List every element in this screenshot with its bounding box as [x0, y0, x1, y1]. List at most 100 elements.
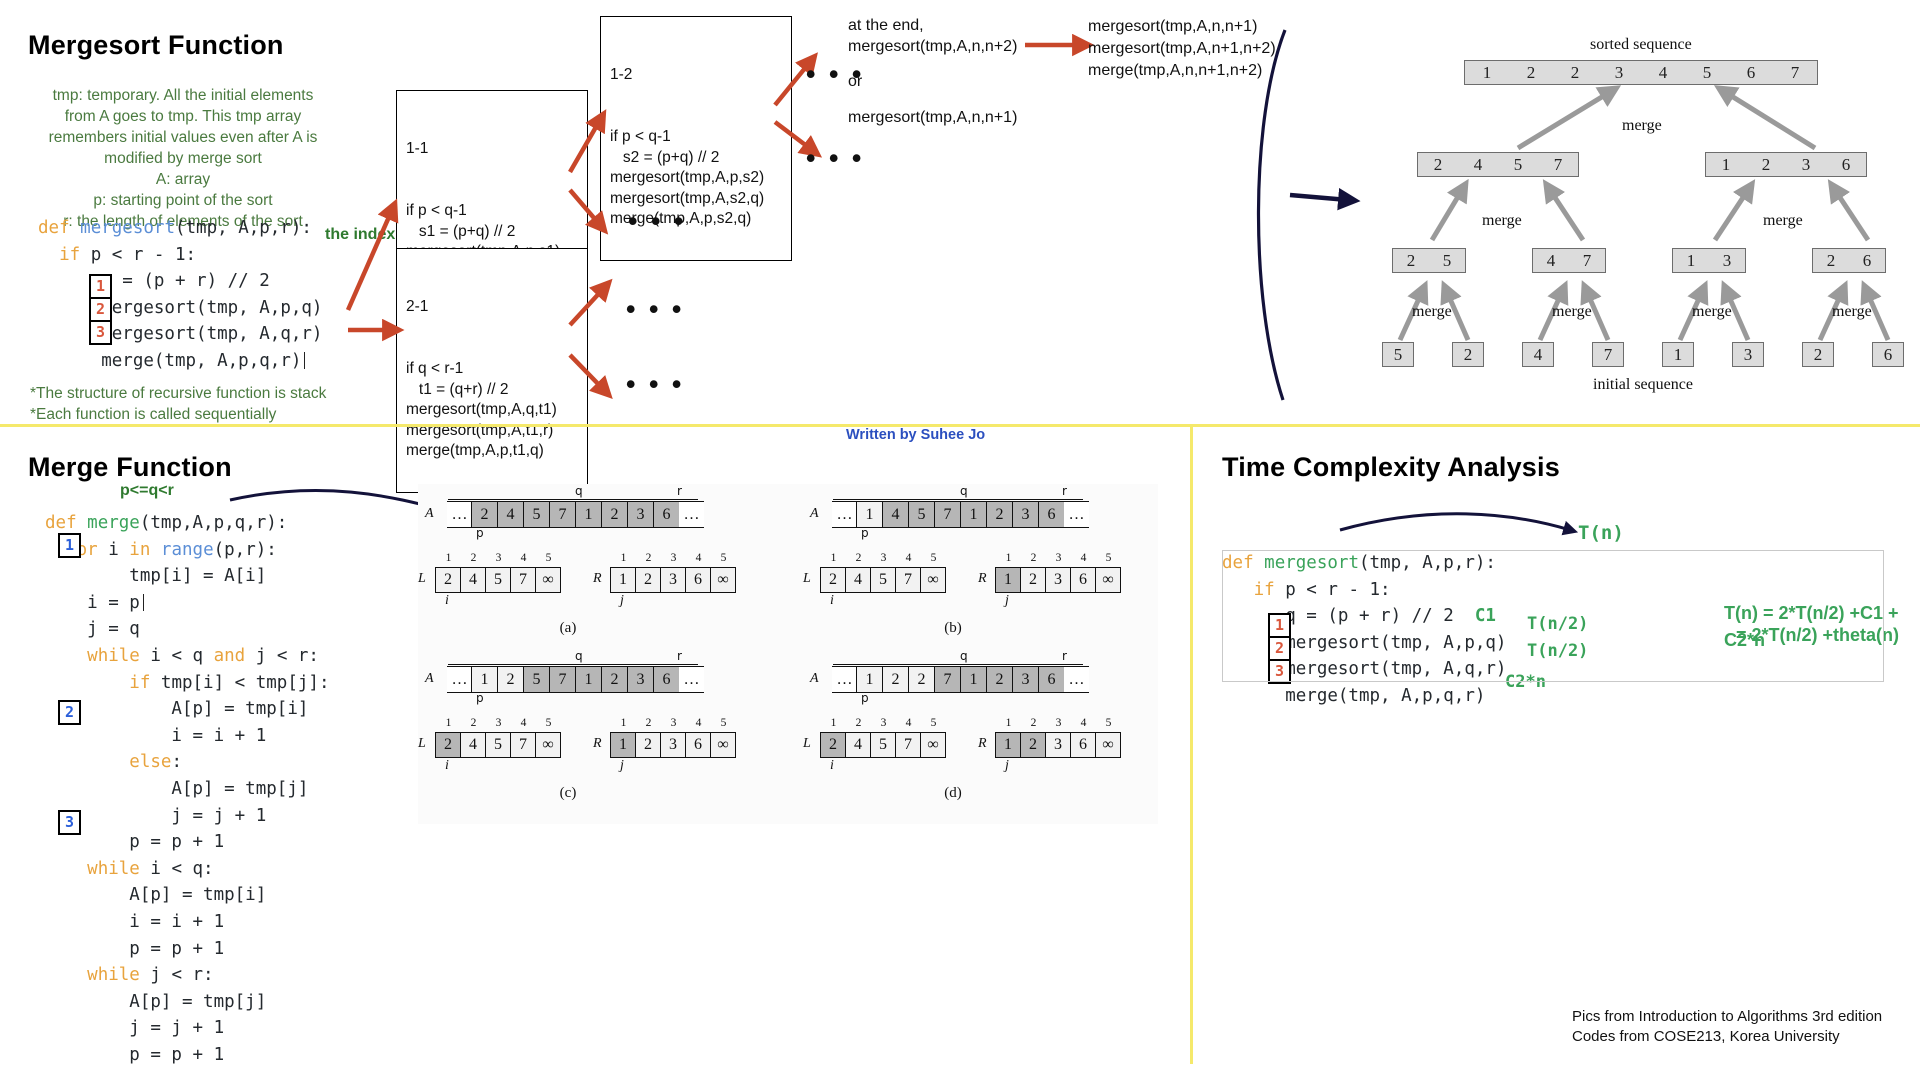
index-cell: 1 [445, 552, 452, 564]
array-cell: 6 [1070, 567, 1096, 593]
array-a-label: A [425, 506, 434, 521]
array-r-cells: 1 2 3 6 ∞ [610, 732, 736, 758]
merge-step-panels: q r A… 2 4 5 7 1 2 3 6… p 1 2 3 4 5 L 2 4 5 7 ∞ i 1 2 3 4 5 R 1 2 3 6 ∞ j (a… [418, 484, 1158, 824]
array-cell: 1 [856, 666, 883, 693]
step-marker-2[interactable]: 2 [91, 299, 110, 322]
tree-level0-array: 1 2 2 3 4 5 6 7 [1464, 60, 1818, 85]
tree-leaf-4: 1 [1662, 342, 1694, 367]
array-cell: 7 [934, 501, 961, 528]
complexity-code-block: def mergesort(tmp, A,p,r): if p < r - 1:… [1222, 553, 1507, 706]
array-l-label: L [803, 571, 811, 586]
array-cell: … [1064, 501, 1089, 528]
tree-cell: 3 [1614, 62, 1624, 82]
panel-caption: (d) [944, 785, 962, 801]
index-row: 1 2 3 4 5 [996, 717, 1121, 729]
array-cell: ∞ [535, 567, 561, 593]
array-cell: 4 [845, 567, 871, 593]
tree-cell: 2 [1526, 62, 1536, 82]
at-the-end-line2: mergesort(tmp,A,n,n+2) [848, 38, 1018, 55]
array-cell: 1 [471, 666, 498, 693]
tree-cell: 6 [1883, 344, 1893, 364]
array-cell: 4 [497, 501, 524, 528]
array-cell: 6 [653, 501, 680, 528]
array-cell: 2 [471, 501, 498, 528]
complexity-marker-1[interactable]: 1 [1270, 615, 1289, 638]
array-cell: 6 [1038, 501, 1065, 528]
pointer-i: i [830, 593, 834, 608]
ellipsis-5: • • • [626, 369, 685, 399]
array-cell: 3 [660, 567, 686, 593]
array-cell: 4 [845, 732, 871, 758]
array-cell: 2 [601, 501, 628, 528]
credit-line-1: Pics from Introduction to Algorithms 3rd… [1572, 1008, 1883, 1025]
complexity-step-markers: 1 2 3 [1268, 613, 1291, 684]
index-cell: 2 [855, 717, 862, 729]
merge-step-marker-3[interactable]: 3 [58, 810, 81, 835]
p-label: p [476, 691, 484, 705]
array-a-cells: … 1 2 5 7 1 2 3 6… [447, 666, 704, 693]
array-r-cells: 1 2 3 6 ∞ [995, 567, 1121, 593]
array-cell: ∞ [920, 732, 946, 758]
array-cell: 4 [882, 501, 909, 528]
merge-label-l1-right: merge [1763, 212, 1803, 229]
array-cell: … [832, 666, 857, 693]
index-cell: 3 [495, 717, 502, 729]
array-cell: 3 [627, 666, 654, 693]
complexity-tag-2: T(n/2) [1527, 641, 1589, 661]
index-cell: 2 [470, 717, 477, 729]
complexity-marker-3[interactable]: 3 [1270, 661, 1289, 682]
mergesort-code-block: def mergesort(tmp, A,p,r): if p < r - 1:… [38, 218, 323, 371]
index-cell: 2 [645, 552, 652, 564]
vertical-divider [1190, 424, 1193, 1064]
r-label: r [1062, 484, 1067, 498]
array-top-rule [833, 499, 1083, 500]
array-cell: 3 [627, 501, 654, 528]
page-title-complexity: Time Complexity Analysis [1222, 452, 1560, 482]
tree-cell: 1 [1482, 62, 1492, 82]
tree-cell: 5 [1442, 250, 1452, 270]
step-marker-3[interactable]: 3 [91, 322, 110, 343]
tree-cell: 1 [1673, 344, 1683, 364]
complexity-equation-2: = 2*T(n/2) +theta(n) [1736, 625, 1900, 645]
merge-label-l2-4: merge [1832, 303, 1872, 320]
array-cell: ∞ [1095, 732, 1121, 758]
array-cell: … [679, 666, 704, 693]
index-cell: 1 [620, 552, 627, 564]
pointer-j: j [1005, 593, 1009, 608]
tree-level2-array-4: 2 6 [1812, 248, 1886, 273]
array-cell: 1 [610, 732, 636, 758]
merge-step-marker-2[interactable]: 2 [58, 700, 81, 725]
array-cell: 1 [960, 501, 987, 528]
array-cell: ∞ [535, 732, 561, 758]
tree-cell: 2 [1761, 154, 1771, 174]
expansion-line1: mergesort(tmp,A,n,n+1) [1088, 18, 1258, 35]
index-cell: 1 [445, 717, 452, 729]
index-cell: 5 [930, 717, 937, 729]
index-cell: 4 [520, 717, 527, 729]
tree-cell: 7 [1582, 250, 1592, 270]
footnote-1: *The structure of recursive function is … [30, 385, 327, 402]
tree-cell: 3 [1743, 344, 1753, 364]
array-cell: 3 [1045, 567, 1071, 593]
index-cell: 2 [1030, 717, 1037, 729]
recursion-box-2-1: 2-1 if q < r-1 t1 = (q+r) // 2 mergesort… [396, 248, 588, 493]
tree-cell: 6 [1841, 154, 1851, 174]
array-cell: 1 [995, 567, 1021, 593]
q-label: q [960, 484, 968, 498]
merge-step-marker-1[interactable]: 1 [58, 533, 81, 558]
array-cell: … [1064, 666, 1089, 693]
array-a-cells: … 1 2 2 7 1 2 3 6… [832, 666, 1089, 693]
array-cell: 2 [908, 666, 935, 693]
page-title-merge: Merge Function [28, 452, 232, 482]
array-a-cells: … 2 4 5 7 1 2 3 6… [447, 501, 704, 528]
array-cell: 5 [523, 501, 550, 528]
ellipsis-2: • • • [806, 143, 865, 173]
tree-cell: 2 [1406, 250, 1416, 270]
tree-cell: 7 [1553, 154, 1563, 174]
step-marker-1[interactable]: 1 [91, 276, 110, 299]
pointer-j: j [1005, 758, 1009, 773]
index-cell: 5 [1105, 717, 1112, 729]
merge-panel-b: q r A… 1 4 5 7 1 2 3 6… p 1 2 3 4 5 L 2 4 5 7 ∞ i 1 2 3 4 5 R 1 2 3 6 ∞ j (b… [803, 484, 1121, 637]
array-cell: 6 [1038, 666, 1065, 693]
complexity-marker-2[interactable]: 2 [1270, 638, 1289, 661]
